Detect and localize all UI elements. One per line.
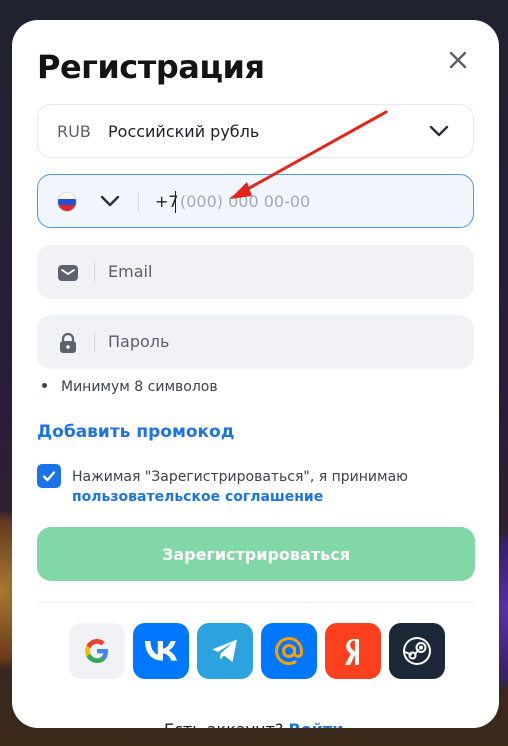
chevron-down-icon xyxy=(429,125,449,137)
mail-icon xyxy=(58,265,78,281)
yandex-login-button[interactable] xyxy=(325,623,381,679)
russia-flag-icon[interactable] xyxy=(57,192,77,212)
agreement-text: Нажимая "Зарегистрироваться", я принимаю… xyxy=(72,467,408,507)
lock-icon xyxy=(60,332,76,353)
agreement-checkbox[interactable] xyxy=(37,464,61,488)
steam-login-button[interactable] xyxy=(389,623,445,679)
password-hint: Минимум 8 символов xyxy=(42,379,218,395)
login-prompt: Есть аккаунт? Войти xyxy=(164,720,343,728)
mailru-login-button[interactable] xyxy=(261,623,317,679)
password-hint-text: Минимум 8 символов xyxy=(61,379,218,395)
login-link[interactable]: Войти xyxy=(289,720,344,728)
login-prompt-text: Есть аккаунт? xyxy=(164,720,283,728)
yandex-icon xyxy=(345,639,359,665)
country-chevron-down-icon[interactable] xyxy=(100,194,120,208)
vk-login-button[interactable] xyxy=(133,623,189,679)
email-input[interactable]: Email xyxy=(108,262,152,281)
password-divider xyxy=(94,332,95,352)
text-caret xyxy=(175,191,176,213)
password-input[interactable]: Пароль xyxy=(108,332,169,351)
add-promocode-link[interactable]: Добавить промокод xyxy=(37,422,234,442)
register-button[interactable]: Зарегистрироваться xyxy=(37,527,475,581)
google-icon xyxy=(85,639,108,663)
user-agreement-link[interactable]: пользовательское соглашение xyxy=(72,489,323,505)
phone-divider xyxy=(138,192,139,212)
close-button[interactable] xyxy=(446,48,470,72)
phone-field: +7 (000) 000 00-00 xyxy=(37,174,474,228)
currency-name: Российский рубль xyxy=(108,122,260,141)
telegram-icon xyxy=(212,639,237,662)
registration-modal: Регистрация RUB Российский рубль +7 (000… xyxy=(12,20,499,728)
social-login-list xyxy=(69,623,445,679)
mailru-icon xyxy=(275,637,303,666)
vk-icon xyxy=(145,641,177,661)
email-divider xyxy=(94,262,95,282)
google-login-button[interactable] xyxy=(69,623,125,679)
password-field[interactable]: Пароль xyxy=(37,315,474,369)
bullet xyxy=(42,382,47,388)
checkmark-icon xyxy=(42,471,56,482)
telegram-login-button[interactable] xyxy=(197,623,253,679)
modal-title: Регистрация xyxy=(37,48,265,86)
steam-icon xyxy=(403,637,431,665)
agreement-label: Нажимая "Зарегистрироваться", я принимаю xyxy=(72,469,408,485)
email-field[interactable]: Email xyxy=(37,245,474,299)
phone-input[interactable]: (000) 000 00-00 xyxy=(180,192,310,211)
close-icon xyxy=(449,51,467,69)
currency-select[interactable]: RUB Российский рубль xyxy=(37,104,474,158)
divider xyxy=(37,602,475,603)
currency-code: RUB xyxy=(57,122,91,141)
